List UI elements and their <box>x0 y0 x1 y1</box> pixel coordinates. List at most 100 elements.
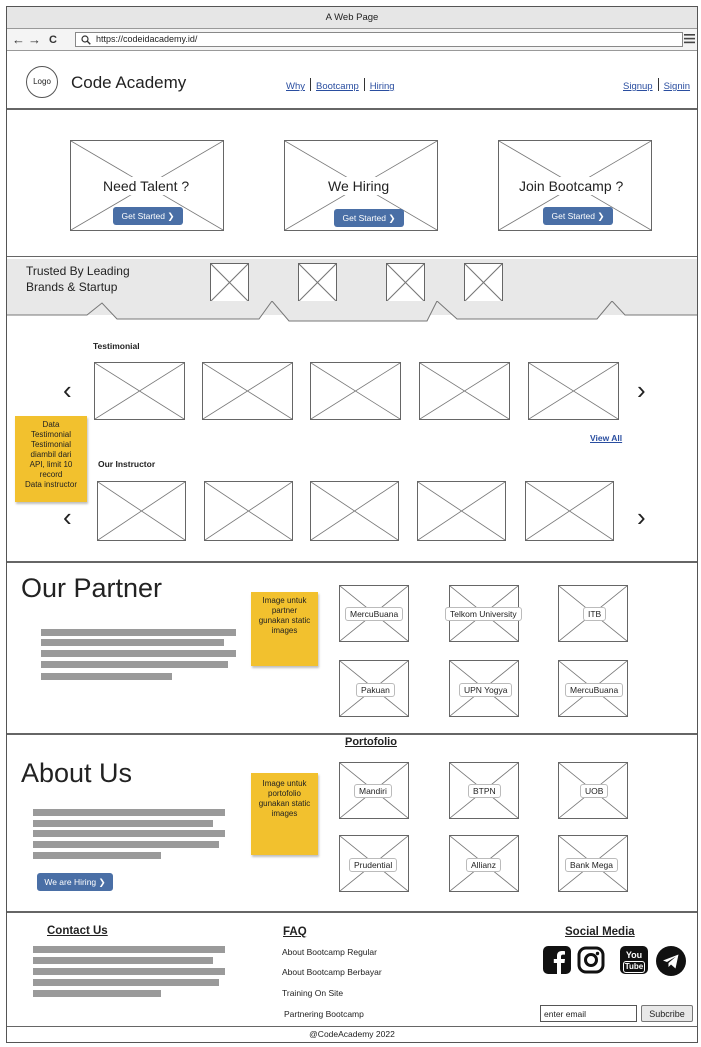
partner-name: Telkom University <box>445 607 522 621</box>
chevron-right-icon[interactable]: › <box>637 377 646 403</box>
back-icon[interactable]: ← <box>12 32 25 48</box>
text-placeholder-bar <box>33 809 225 816</box>
portfolio-name: BTPN <box>468 784 501 798</box>
testimonial-card[interactable] <box>419 362 510 420</box>
nav-link-bootcamp[interactable]: Bootcamp <box>316 81 359 92</box>
url-text: https://codeidacademy.id/ <box>96 34 198 44</box>
youtube-text: Tube <box>623 961 645 973</box>
portfolio-name: Bank Mega <box>565 858 618 872</box>
instructor-card[interactable] <box>204 481 293 541</box>
note-line: Testimonial <box>30 430 71 439</box>
text-placeholder-bar <box>33 990 161 997</box>
sticky-note-portfolio: Image untuk portofolio gunakan static im… <box>251 773 318 855</box>
note-line: Image untuk <box>262 596 307 605</box>
instructor-card[interactable] <box>97 481 186 541</box>
browser-window: A Web Page ← → C https://codeidacademy.i… <box>6 6 698 1043</box>
youtube-icon[interactable]: You Tube <box>620 946 648 974</box>
section-divider <box>7 561 697 563</box>
instructor-card[interactable] <box>417 481 506 541</box>
chevron-left-icon[interactable]: ‹ <box>63 504 72 530</box>
portfolio-name: Mandiri <box>354 784 392 798</box>
trusted-title-line: Trusted By Leading <box>26 264 130 278</box>
get-started-button[interactable]: Get Started ❯ <box>543 207 613 225</box>
email-input[interactable]: enter email <box>540 1005 637 1022</box>
portfolio-logo: Allianz <box>449 835 519 892</box>
nav-link-hiring[interactable]: Hiring <box>370 81 395 92</box>
faq-item[interactable]: Partnering Bootcamp <box>284 1009 364 1019</box>
text-placeholder-bar <box>33 968 225 975</box>
we-are-hiring-button[interactable]: We are Hiring ❯ <box>37 873 113 891</box>
partner-name: ITB <box>583 607 607 621</box>
text-placeholder-bar <box>41 639 224 646</box>
subscribe-button[interactable]: Subcribe <box>641 1005 693 1022</box>
view-all-link[interactable]: View All <box>590 433 622 443</box>
text-placeholder-bar <box>33 841 219 848</box>
instructor-card[interactable] <box>525 481 614 541</box>
hero-card-hiring[interactable]: We Hiring Get Started ❯ <box>284 140 438 231</box>
auth-nav: Signup Signin <box>623 76 690 94</box>
portfolio-logo: Prudential <box>339 835 409 892</box>
chevron-left-icon[interactable]: ‹ <box>63 377 72 403</box>
section-divider <box>7 733 697 735</box>
window-title: A Web Page <box>7 7 697 29</box>
text-placeholder-bar <box>33 957 213 964</box>
hero-card-bootcamp[interactable]: Join Bootcamp ? Get Started ❯ <box>498 140 652 231</box>
testimonial-card[interactable] <box>94 362 185 420</box>
note-line: gunakan static <box>258 799 311 808</box>
signin-link[interactable]: Signin <box>664 81 690 92</box>
hero-label: Need Talent ? <box>100 177 193 195</box>
text-placeholder-bar <box>41 673 172 680</box>
instructor-card[interactable] <box>310 481 399 541</box>
logo[interactable]: Logo <box>26 66 58 98</box>
text-placeholder-bar <box>41 650 236 657</box>
hero-card-talent[interactable]: Need Talent ? Get Started ❯ <box>70 140 224 231</box>
testimonial-card[interactable] <box>528 362 619 420</box>
brand-name: Code Academy <box>71 73 187 92</box>
portfolio-name: UOB <box>580 784 609 798</box>
trusted-title-line: Brands & Startup <box>26 280 118 294</box>
testimonial-card[interactable] <box>310 362 401 420</box>
chevron-right-icon[interactable]: › <box>637 504 646 530</box>
faq-item[interactable]: Training On Site <box>282 988 343 998</box>
instructor-title: Our Instructor <box>98 459 156 469</box>
search-icon <box>81 35 91 45</box>
brand-logo-placeholder <box>210 263 249 302</box>
nav-link-why[interactable]: Why <box>286 81 305 92</box>
portfolio-title: Portofolio <box>345 736 397 748</box>
copyright: @CodeAcademy 2022 <box>309 1029 395 1039</box>
portfolio-logo: Mandiri <box>339 762 409 819</box>
get-started-button[interactable]: Get Started ❯ <box>113 207 183 225</box>
get-started-button[interactable]: Get Started ❯ <box>334 209 404 227</box>
note-line: record <box>39 470 63 479</box>
brand-logo-placeholder <box>298 263 337 302</box>
text-placeholder-bar <box>33 946 225 953</box>
footer-divider <box>7 1026 697 1027</box>
about-title: About Us <box>21 758 133 788</box>
nav-separator <box>310 78 311 92</box>
signup-link[interactable]: Signup <box>623 81 653 92</box>
faq-title: FAQ <box>283 926 307 938</box>
menu-icon[interactable] <box>684 33 695 46</box>
section-divider <box>7 911 697 913</box>
button-label: We are Hiring <box>44 877 97 887</box>
url-field[interactable]: https://codeidacademy.id/ <box>75 32 683 47</box>
nav-separator <box>657 78 659 92</box>
note-line: portofolio <box>268 789 301 798</box>
faq-item[interactable]: About Bootcamp Berbayar <box>282 967 382 977</box>
reload-icon[interactable]: C <box>49 32 57 48</box>
telegram-icon[interactable] <box>656 946 686 976</box>
text-placeholder-bar <box>33 830 225 837</box>
note-line: Data <box>42 420 60 429</box>
social-title: Social Media <box>565 926 635 938</box>
chevron-right-icon: ❯ <box>167 211 175 221</box>
note-line: images <box>271 809 298 818</box>
instagram-icon[interactable] <box>577 946 605 974</box>
facebook-icon[interactable] <box>543 946 571 974</box>
partner-logo: MercuBuana <box>558 660 628 717</box>
faq-item[interactable]: About Bootcamp Regular <box>282 947 377 957</box>
testimonial-card[interactable] <box>202 362 293 420</box>
trusted-title: Trusted By Leading Brands & Startup <box>26 263 130 295</box>
sticky-note-partner: Image untuk partner gunakan static image… <box>251 592 318 666</box>
portfolio-logo: BTPN <box>449 762 519 819</box>
forward-icon[interactable]: → <box>28 32 41 48</box>
